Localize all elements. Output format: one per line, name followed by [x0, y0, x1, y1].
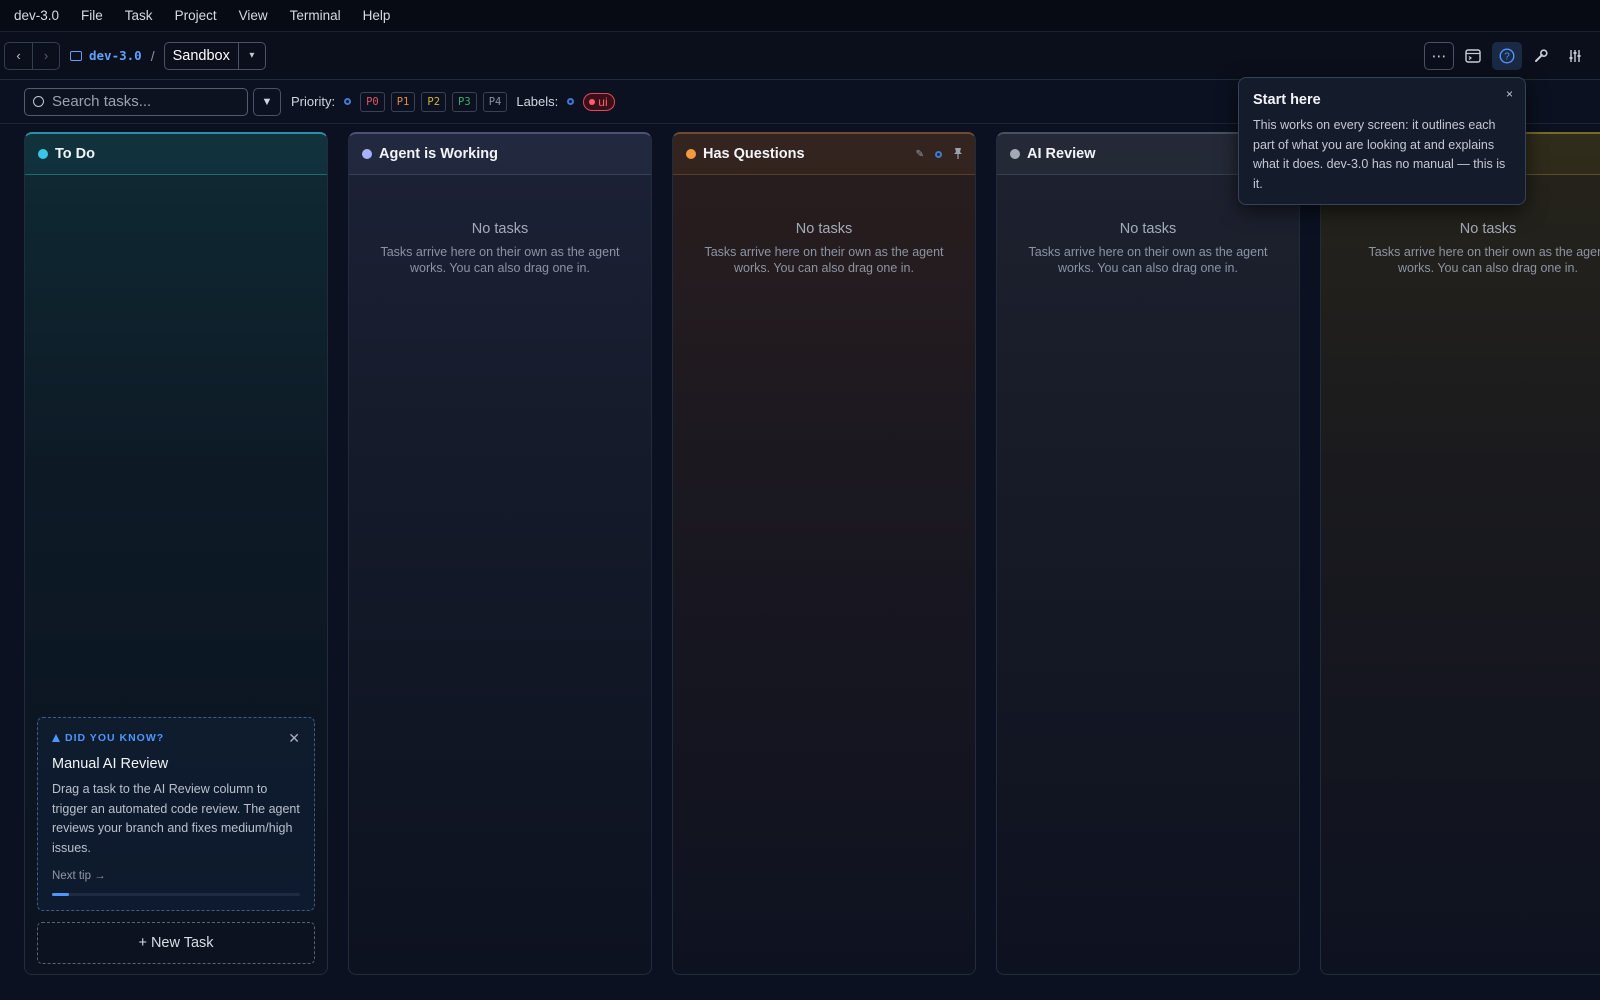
- menu-file[interactable]: File: [81, 8, 103, 23]
- empty-title: No tasks: [795, 221, 853, 237]
- menu-view[interactable]: View: [239, 8, 268, 23]
- column-ai-review[interactable]: AI Review No tasks Tasks arrive here on …: [996, 132, 1300, 975]
- empty-state: No tasks Tasks arrive here on their own …: [349, 221, 651, 276]
- terminal-icon[interactable]: [1458, 42, 1488, 70]
- labels-label: Labels:: [516, 94, 559, 109]
- column-header[interactable]: To Do: [25, 134, 327, 175]
- empty-title: No tasks: [1119, 221, 1177, 237]
- breadcrumb-separator: /: [150, 47, 155, 64]
- toolbar-actions: ⋯ ?: [1424, 41, 1596, 70]
- menu-help[interactable]: Help: [363, 8, 391, 23]
- chevron-down-icon[interactable]: ▾: [237, 42, 265, 69]
- close-icon[interactable]: ✕: [288, 730, 300, 747]
- column-header[interactable]: Agent is Working: [349, 134, 651, 175]
- search-icon: [33, 96, 44, 107]
- project-name: dev-3.0: [89, 48, 142, 63]
- nav-buttons: ‹ ›: [4, 41, 60, 70]
- search-input[interactable]: [52, 93, 232, 110]
- status-dot: [362, 149, 372, 159]
- tip-kicker: DID YOU KNOW?: [52, 732, 300, 744]
- column-title: To Do: [55, 146, 95, 162]
- new-task-button[interactable]: + New Task: [37, 922, 315, 964]
- empty-text: Tasks arrive here on their own as the ag…: [704, 245, 944, 275]
- menu-bar: dev-3.0 File Task Project View Terminal …: [0, 0, 1600, 32]
- menu-terminal[interactable]: Terminal: [290, 8, 341, 23]
- priority-p4-chip[interactable]: P4: [482, 91, 508, 112]
- tip-progress-track: [52, 893, 300, 896]
- empty-text: Tasks arrive here on their own as the ag…: [380, 245, 620, 275]
- pin-icon[interactable]: [953, 147, 963, 162]
- labels-all-dot[interactable]: [567, 98, 575, 105]
- empty-title: No tasks: [1459, 221, 1517, 237]
- info-dot-icon[interactable]: [935, 150, 942, 158]
- status-dot: [38, 149, 48, 159]
- empty-state: No tasks Tasks arrive here on their own …: [997, 221, 1299, 276]
- label-chip-text: ui: [598, 94, 608, 109]
- help-icon[interactable]: ?: [1492, 41, 1522, 70]
- column-title: Has Questions: [703, 146, 805, 162]
- project-icon: [70, 50, 82, 61]
- start-here-popover: Start here × This works on every screen:…: [1238, 77, 1526, 205]
- brush-icon[interactable]: ✎: [916, 149, 924, 160]
- tip-icon: [52, 734, 60, 742]
- next-tip-link[interactable]: Next tip →: [52, 870, 300, 882]
- column-todo[interactable]: To Do DID YOU KNOW? ✕ Manual AI Review D…: [24, 132, 328, 975]
- column-title: Agent is Working: [379, 146, 498, 162]
- priority-p0-chip[interactable]: P0: [360, 91, 385, 112]
- popover-body: This works on every screen: it outlines …: [1253, 118, 1506, 191]
- priority-p2-chip[interactable]: P2: [421, 91, 447, 112]
- svg-text:?: ?: [1504, 51, 1510, 62]
- tip-title: Manual AI Review: [52, 756, 169, 772]
- menu-app[interactable]: dev-3.0: [14, 8, 59, 23]
- priority-p3-chip[interactable]: P3: [452, 91, 477, 112]
- kanban-board: To Do DID YOU KNOW? ✕ Manual AI Review D…: [24, 132, 1600, 976]
- chevron-left-icon[interactable]: ‹: [5, 43, 32, 69]
- tip-progress-fill: [52, 893, 70, 896]
- column-agent-working[interactable]: Agent is Working No tasks Tasks arrive h…: [348, 132, 652, 975]
- column-5[interactable]: No tasks Tasks arrive here on their own …: [1320, 132, 1600, 975]
- tip-kicker-text: DID YOU KNOW?: [65, 732, 165, 744]
- label-dot: [589, 98, 596, 105]
- branch-name[interactable]: Sandbox: [165, 48, 238, 64]
- priority-p1-chip[interactable]: P1: [390, 91, 416, 112]
- column-has-questions[interactable]: Has Questions ✎ No tasks Tasks arrive he…: [672, 132, 976, 975]
- empty-title: No tasks: [471, 221, 529, 237]
- menu-project[interactable]: Project: [175, 8, 217, 23]
- empty-text: Tasks arrive here on their own as the ag…: [1368, 245, 1600, 275]
- toolbar: ‹ › dev-3.0 / Sandbox ▾ ⋯ ?: [0, 32, 1600, 80]
- wrench-icon[interactable]: [1526, 42, 1556, 70]
- branch-selector[interactable]: Sandbox ▾: [163, 41, 266, 70]
- search-box[interactable]: [24, 87, 248, 116]
- menu-task[interactable]: Task: [125, 8, 153, 23]
- project-breadcrumb[interactable]: dev-3.0: [70, 48, 142, 63]
- status-dot: [686, 149, 696, 159]
- sliders-icon[interactable]: [1560, 42, 1590, 70]
- empty-state: No tasks Tasks arrive here on their own …: [673, 221, 975, 276]
- priority-label: Priority:: [291, 94, 336, 109]
- popover-title: Start here: [1253, 92, 1321, 108]
- more-icon[interactable]: ⋯: [1424, 41, 1454, 70]
- label-chip-ui[interactable]: ui: [583, 92, 615, 111]
- tip-body: Drag a task to the AI Review column to t…: [52, 782, 300, 855]
- priority-all-dot[interactable]: [344, 98, 352, 105]
- empty-text: Tasks arrive here on their own as the ag…: [1028, 245, 1268, 275]
- empty-state: No tasks Tasks arrive here on their own …: [1321, 221, 1600, 276]
- did-you-know-card: DID YOU KNOW? ✕ Manual AI Review Drag a …: [37, 717, 315, 911]
- column-title: AI Review: [1027, 146, 1096, 162]
- chevron-right-icon[interactable]: ›: [32, 42, 59, 69]
- close-icon[interactable]: ×: [1506, 87, 1513, 101]
- column-tools: ✎: [916, 147, 975, 162]
- status-dot: [1010, 149, 1020, 159]
- filter-icon[interactable]: ▼: [253, 87, 281, 116]
- column-header[interactable]: Has Questions ✎: [673, 134, 975, 175]
